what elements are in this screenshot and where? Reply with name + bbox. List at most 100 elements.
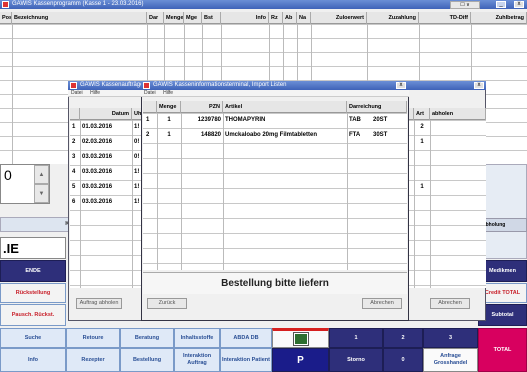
dialog-title: GAWIS Kasseninformationsterminal, Import… — [153, 82, 287, 88]
dialog-app-icon — [143, 82, 150, 89]
order-row[interactable]: 5 03.03.2016 1! — [70, 180, 148, 195]
order-date: 03.03.2016 — [82, 154, 113, 160]
interaktion-patient-button[interactable]: Interaktion Patient — [220, 348, 272, 372]
orders-menu-datei[interactable]: Datei — [71, 90, 83, 96]
quantity-up-button[interactable]: ▲ — [34, 165, 49, 184]
rezepter-button[interactable]: Rezepter — [66, 348, 120, 372]
pickup-row[interactable] — [400, 165, 486, 180]
dialog-col-artikel[interactable]: Artikel — [223, 101, 347, 113]
pickup-grid-header: Art abholen — [400, 108, 486, 120]
item-menge: 1 — [167, 132, 171, 138]
pickup-row[interactable] — [400, 150, 486, 165]
dialog-close-button[interactable]: x — [396, 82, 406, 89]
order-row[interactable]: 1 01.03.2016 1! — [70, 120, 148, 135]
orders-col-datum[interactable]: Datum — [80, 108, 132, 120]
interaktion-auftrag-button[interactable]: Interaktion Auftrag — [174, 348, 220, 372]
abda-db-button[interactable]: ABDA DB — [220, 328, 272, 348]
order-row[interactable]: 4 03.03.2016 1! — [70, 165, 148, 180]
pickup-row[interactable]: 1 — [400, 180, 486, 195]
ende-button[interactable]: ENDE — [0, 260, 66, 282]
pickup-art — [414, 150, 430, 165]
order-index: 4 — [72, 169, 76, 175]
col-zuzahlung[interactable]: Zuzahlung — [367, 12, 419, 24]
col-rz[interactable]: Rz — [269, 12, 283, 24]
bestellung-button[interactable]: Bestellung — [120, 348, 174, 372]
orders-title-bar: GAWIS Kassenaufträge — [68, 81, 148, 90]
col-pos[interactable]: Pos — [0, 12, 12, 24]
col-mge[interactable]: Mge — [184, 12, 202, 24]
pickup-close-button[interactable]: x — [474, 82, 484, 89]
item-pos: 1 — [146, 117, 150, 123]
dialog-col-pzn[interactable]: PZN — [181, 101, 223, 113]
col-bst[interactable]: Bst — [202, 12, 221, 24]
item-pzn: 148820 — [200, 132, 221, 138]
dialog-abrechen-button[interactable]: Abrechen — [362, 298, 402, 309]
order-index: 3 — [72, 154, 76, 160]
app-icon — [2, 1, 9, 8]
col-zuloerwert[interactable]: Zuloerwert — [311, 12, 367, 24]
col-td-diff[interactable]: TD-Diff — [419, 12, 471, 24]
pickup-abholen — [432, 120, 486, 135]
item-menge: 1 — [167, 117, 171, 123]
anfrage-grosshandel-button[interactable]: Anfrage Grosshandel — [423, 348, 478, 372]
orders-menu-hilfe[interactable]: Hilfe — [90, 90, 100, 96]
image-button[interactable] — [272, 328, 329, 348]
pickup-title-bar: x — [400, 81, 486, 90]
order-date: 03.03.2016 — [82, 184, 113, 190]
dialog-grid-header: Menge PZN Artikel Darreichung — [143, 101, 407, 113]
key-2-button[interactable]: 2 — [383, 328, 423, 348]
col-zuhlbetrag[interactable]: Zuhlbetrag — [471, 12, 527, 24]
item-size: 30ST — [373, 132, 388, 138]
col-info[interactable]: Info — [221, 12, 269, 24]
total-button[interactable]: TOTAL — [478, 328, 527, 372]
key-3-button[interactable]: 3 — [423, 328, 478, 348]
dialog-menu-datei[interactable]: Datei — [144, 90, 156, 96]
order-row[interactable]: 2 02.03.2016 0! — [70, 135, 148, 150]
pickup-col-art[interactable]: Art — [414, 108, 430, 120]
dialog-item-row[interactable]: 2 1 148820 Umckaloabo 20mg Filmtabletten FTA… — [143, 128, 407, 143]
storno-button[interactable]: Storno — [329, 348, 383, 372]
main-restore-indicator[interactable]: ☐ ∨ — [450, 1, 480, 9]
dialog-back-button[interactable]: Zurück — [147, 298, 187, 309]
quantity-down-button[interactable]: ▼ — [34, 184, 49, 203]
col-menge[interactable]: Menge — [164, 12, 184, 24]
suche-button[interactable]: Suche — [0, 328, 66, 348]
pickup-row[interactable]: 2 — [400, 120, 486, 135]
p-button[interactable]: P — [272, 348, 329, 372]
order-row[interactable]: 3 03.03.2016 0! — [70, 150, 148, 165]
order-date: 03.03.2016 — [82, 169, 113, 175]
minimize-button[interactable]: _ — [496, 1, 506, 8]
col-na[interactable]: Na — [297, 12, 311, 24]
search-field[interactable]: .IE — [0, 237, 66, 259]
col-ab[interactable]: Ab — [283, 12, 297, 24]
info-button[interactable]: Info — [0, 348, 66, 372]
dialog-title-bar: GAWIS Kasseninformationsterminal, Import… — [141, 81, 409, 90]
pickup-art — [414, 195, 430, 210]
order-index: 6 — [72, 199, 76, 205]
retoure-button[interactable]: Retoure — [66, 328, 120, 348]
key-1-button[interactable]: 1 — [329, 328, 383, 348]
pickup-row[interactable]: 1 — [400, 135, 486, 150]
rueckstellung-button[interactable]: Rückstellung — [0, 283, 66, 303]
pickup-abrechen-button[interactable]: Abrechen — [430, 298, 470, 309]
pickup-col-abholen[interactable]: abholen — [430, 108, 486, 120]
order-row[interactable]: 6 03.03.2016 1! — [70, 195, 148, 210]
col-dar[interactable]: Dar — [147, 12, 164, 24]
close-button[interactable]: x — [514, 1, 524, 8]
item-dar: TAB — [349, 117, 361, 123]
orders-window-title: GAWIS Kassenaufträge — [80, 82, 144, 88]
key-0-button[interactable]: 0 — [383, 348, 423, 372]
dialog-item-row[interactable]: 1 1 1239780 THOMAPYRIN TAB 20ST — [143, 113, 407, 128]
dialog-col-darreichung[interactable]: Darreichung — [347, 101, 407, 113]
auftrag-abholen-button[interactable]: Auftrag abholen — [76, 298, 122, 309]
pickup-abholen — [432, 150, 486, 165]
dialog-menu-hilfe[interactable]: Hilfe — [163, 90, 173, 96]
dialog-col-menge[interactable]: Menge — [157, 101, 181, 113]
dialog-status-bar: Bestellung bitte liefern — [143, 272, 407, 294]
pickup-art — [414, 165, 430, 180]
pickup-row[interactable] — [400, 195, 486, 210]
col-bezeichnung[interactable]: Bezeichnung — [12, 12, 147, 24]
beratung-button[interactable]: Beratung — [120, 328, 174, 348]
inhaltsstoffe-button[interactable]: Inhaltsstoffe — [174, 328, 220, 348]
pausch-rueckst-button[interactable]: Pausch. Rückst. — [0, 304, 66, 326]
